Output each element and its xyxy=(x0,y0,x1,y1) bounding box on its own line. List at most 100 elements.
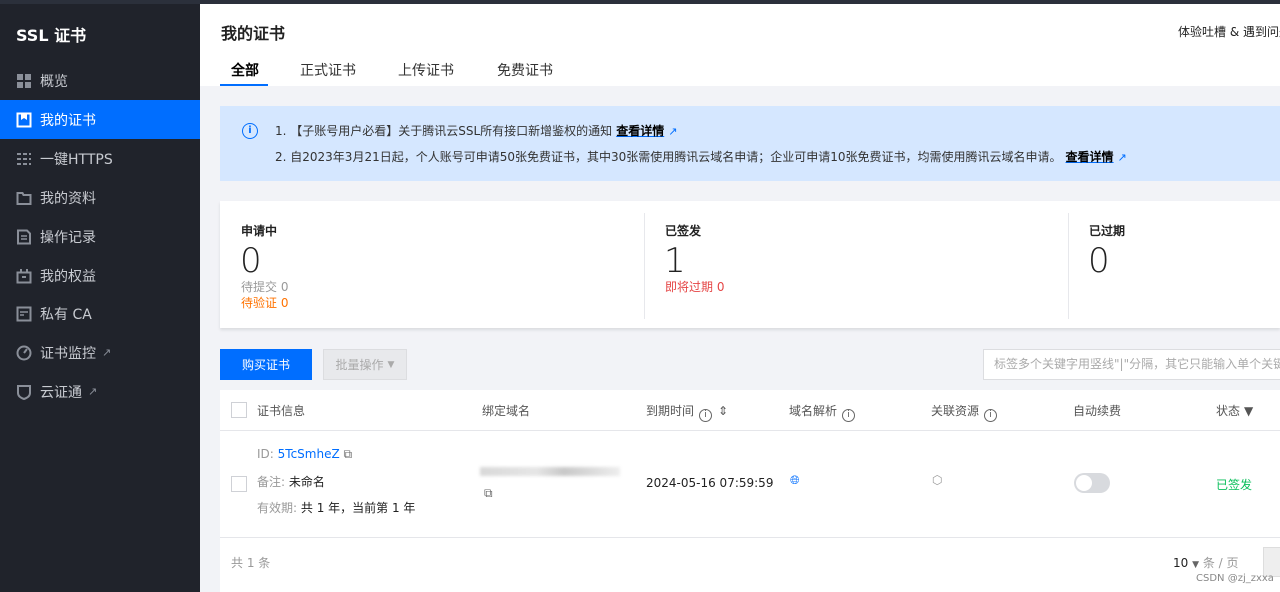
sidebar-item-label: 操作记录 xyxy=(40,229,96,246)
sidebar-item-https[interactable]: 一键HTTPS xyxy=(0,139,200,178)
shield-icon xyxy=(16,384,32,400)
feedback-link[interactable]: 体验吐槽 & 遇到问题 xyxy=(1178,23,1280,40)
notice-line-2: 2. 自2023年3月21日起，个人账号可申请50张免费证书，其中30张需使用腾… xyxy=(275,148,1127,165)
sidebar-item-label: 证书监控 xyxy=(40,345,96,362)
certificate-table: 证书信息 绑定域名 到期时间 i ⇕ 域名解析 i 关联资源 i 自动续费 状态 ▼ ID… xyxy=(220,390,1280,592)
buy-certificate-button[interactable]: 购买证书 xyxy=(220,349,312,380)
col-label: 关联资源 xyxy=(931,404,980,418)
caret-down-icon: ▼ xyxy=(1192,560,1200,570)
view-details-link[interactable]: 查看详情 xyxy=(616,124,664,138)
sidebar-item-label: 我的资料 xyxy=(40,190,96,207)
sidebar-item-benefits[interactable]: 我的权益 xyxy=(0,256,200,295)
tab-all[interactable]: 全部 xyxy=(231,60,259,80)
sidebar-item-label: 私有 CA xyxy=(40,306,92,323)
note-value[interactable]: 未命名 xyxy=(289,475,325,489)
status-badge: 已签发 xyxy=(1216,478,1253,492)
note-label: 备注: xyxy=(257,475,286,489)
stat-label: 已过期 xyxy=(1089,224,1126,238)
stat-value[interactable]: 0 xyxy=(1088,241,1110,281)
batch-operations-dropdown[interactable]: 批量操作 ▼ xyxy=(323,349,407,380)
page-size-value: 10 xyxy=(1173,556,1189,570)
per-page-label: 条 / 页 xyxy=(1202,556,1239,570)
stat-pending-verify[interactable]: 待验证 0 xyxy=(241,294,288,311)
ca-icon xyxy=(16,306,32,322)
product-title: SSL 证书 xyxy=(16,26,87,45)
page-title: 我的证书 xyxy=(221,24,286,43)
stat-value[interactable]: 1 xyxy=(664,241,686,281)
id-label: ID: xyxy=(257,447,274,461)
col-domain: 绑定域名 xyxy=(482,404,531,418)
view-details-link[interactable]: 查看详情 xyxy=(1066,150,1114,164)
page-size-select[interactable]: 10 ▼ 条 / 页 xyxy=(1173,554,1239,571)
tab-formal[interactable]: 正式证书 xyxy=(300,60,356,80)
cert-id-link[interactable]: 5TcSmheZ xyxy=(278,447,340,461)
dns-globe-icon[interactable]: 🌐︎ xyxy=(790,473,800,488)
expiry-time: 2024-05-16 07:59:59 xyxy=(646,476,774,490)
col-expiry[interactable]: 到期时间 i ⇕ xyxy=(646,402,728,422)
active-tab-indicator xyxy=(220,84,268,86)
col-resources: 关联资源 i xyxy=(931,402,998,422)
col-label: 到期时间 xyxy=(646,404,695,418)
copy-icon[interactable]: ⧉ xyxy=(484,486,493,501)
sidebar-item-monitor[interactable]: 证书监控 ↗ xyxy=(0,333,200,372)
col-label: 状态 xyxy=(1216,404,1241,418)
sidebar-item-overview[interactable]: 概览 xyxy=(0,61,200,100)
stat-issued: 已签发 1 即将过期 0 xyxy=(644,201,1068,328)
filter-icon[interactable]: ▼ xyxy=(1244,404,1253,418)
sidebar-item-label: 云证通 xyxy=(40,384,82,401)
total-count: 共 1 条 xyxy=(231,556,271,570)
notice-banner: i 1. 【子账号用户必看】关于腾讯云SSL所有接口新增鉴权的通知 查看详情 ↗ 2… xyxy=(220,106,1280,181)
validity-label: 有效期: xyxy=(257,501,298,515)
stat-pending-submit[interactable]: 待提交 0 xyxy=(241,278,288,295)
sidebar-item-materials[interactable]: 我的资料 xyxy=(0,178,200,217)
sort-icon[interactable]: ⇕ xyxy=(718,404,728,418)
gift-icon xyxy=(16,268,32,284)
stats-card: 申请中 0 待提交 0 待验证 0 已签发 1 即将过期 0 已过期 0 xyxy=(220,201,1280,328)
cert-note: 备注: 未命名 xyxy=(257,473,325,490)
dashboard-icon xyxy=(16,73,32,89)
folder-icon xyxy=(16,190,32,206)
help-icon[interactable]: i xyxy=(842,409,856,422)
sidebar-item-logs[interactable]: 操作记录 xyxy=(0,217,200,256)
sidebar-item-cloud-cert[interactable]: 云证通 ↗ xyxy=(0,372,200,411)
col-cert-info: 证书信息 xyxy=(257,404,306,418)
resource-cube-icon[interactable]: ⬡ xyxy=(932,473,942,487)
blurred-domain xyxy=(480,467,620,476)
cert-validity: 有效期: 共 1 年，当前第 1 年 xyxy=(257,499,415,516)
stat-label: 已签发 xyxy=(665,224,702,238)
col-label: 域名解析 xyxy=(789,404,838,418)
log-icon xyxy=(16,229,32,245)
tab-free[interactable]: 免费证书 xyxy=(497,60,553,80)
tab-uploaded[interactable]: 上传证书 xyxy=(398,60,454,80)
notice-text: 2. 自2023年3月21日起，个人账号可申请50张免费证书，其中30张需使用腾… xyxy=(275,150,1062,164)
help-icon[interactable]: i xyxy=(984,409,998,422)
col-dns: 域名解析 i xyxy=(789,402,856,422)
stat-expiring-soon[interactable]: 即将过期 0 xyxy=(665,278,724,295)
sidebar-item-label: 一键HTTPS xyxy=(40,151,113,168)
cert-id: ID: 5TcSmheZ ⧉ xyxy=(257,447,352,462)
sidebar-item-private-ca[interactable]: 私有 CA xyxy=(0,294,200,333)
page-header: 我的证书 体验吐槽 & 遇到问题 全部 正式证书 上传证书 免费证书 xyxy=(200,4,1280,86)
stat-expired: 已过期 0 xyxy=(1068,201,1280,328)
copy-icon[interactable]: ⧉ xyxy=(344,447,353,461)
help-icon[interactable]: i xyxy=(699,409,713,422)
search-input[interactable]: 标签多个关键字用竖线"|"分隔，其它只能输入单个关键字 xyxy=(983,349,1280,380)
monitor-icon xyxy=(16,345,32,361)
external-link-icon: ↗ xyxy=(668,125,678,138)
external-link-icon: ↗ xyxy=(1117,151,1127,164)
sidebar-item-my-certificates[interactable]: 我的证书 xyxy=(0,100,200,139)
auto-renew-toggle[interactable] xyxy=(1074,473,1110,493)
stat-label: 申请中 xyxy=(241,224,278,238)
sidebar-item-label: 我的权益 xyxy=(40,268,96,285)
external-link-icon: ↗ xyxy=(88,385,98,398)
select-all-checkbox[interactable] xyxy=(231,402,247,418)
validity-value: 共 1 年，当前第 1 年 xyxy=(300,501,416,515)
caret-down-icon: ▼ xyxy=(387,359,395,370)
notice-text: 1. 【子账号用户必看】关于腾讯云SSL所有接口新增鉴权的通知 xyxy=(275,124,613,138)
col-auto-renew: 自动续费 xyxy=(1073,404,1122,418)
col-status[interactable]: 状态 ▼ xyxy=(1216,402,1253,419)
sidebar-item-label: 概览 xyxy=(40,73,68,90)
row-checkbox[interactable] xyxy=(231,476,247,492)
stat-value[interactable]: 0 xyxy=(240,241,262,281)
notice-line-1: 1. 【子账号用户必看】关于腾讯云SSL所有接口新增鉴权的通知 查看详情 ↗ xyxy=(275,122,677,139)
